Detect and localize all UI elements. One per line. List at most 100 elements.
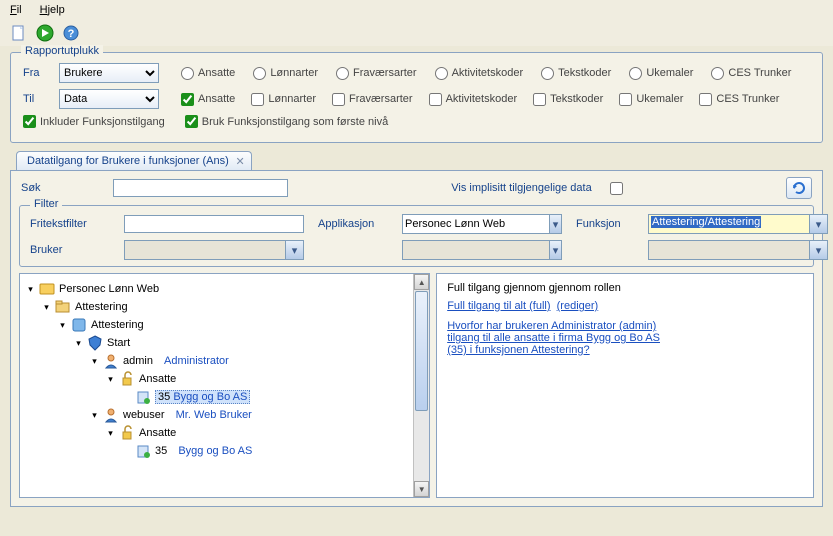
sok-label: Søk	[21, 182, 101, 194]
radio-ukemaler[interactable]: Ukemaler	[629, 67, 693, 80]
extra-combo-1[interactable]: ▾	[402, 240, 562, 260]
run-icon[interactable]	[36, 24, 54, 42]
check-tekstkoder[interactable]: Tekstkoder	[533, 93, 603, 106]
link-question[interactable]: Hvorfor har brukeren Administrator (admi…	[447, 320, 677, 356]
scroll-down-icon[interactable]: ▼	[414, 481, 429, 497]
radio-fravaersarter[interactable]: Fraværsarter	[336, 67, 417, 80]
scroll-thumb[interactable]	[415, 291, 428, 411]
user-icon	[103, 407, 119, 423]
fra-combo[interactable]: Brukere	[59, 63, 159, 83]
detail-title: Full tilgang gjennom gjennom rollen	[447, 282, 803, 294]
tree-node-admin[interactable]: admin	[123, 355, 153, 367]
check-lonnarter[interactable]: Lønnarter	[251, 93, 316, 106]
til-check-group: Ansatte Lønnarter Fraværsarter Aktivitet…	[181, 93, 779, 106]
rapport-groupbox: Rapportutplukk Fra Brukere Ansatte Lønna…	[10, 52, 823, 143]
module-icon	[71, 317, 87, 333]
tree-node-webuser[interactable]: webuser	[123, 409, 165, 421]
radio-lonnarter[interactable]: Lønnarter	[253, 67, 318, 80]
vis-implisitt-label: Vis implisitt tilgjengelige data	[451, 182, 591, 194]
tree-toggle[interactable]: ▾	[106, 429, 115, 438]
tab-label: Datatilgang for Brukere i funksjoner (An…	[27, 155, 229, 167]
radio-cestrunker[interactable]: CES Trunker	[711, 67, 791, 80]
check-fravaersarter[interactable]: Fraværsarter	[332, 93, 413, 106]
sok-input[interactable]	[113, 179, 288, 197]
fritekst-label: Fritekstfilter	[30, 218, 110, 230]
vis-implisitt-check[interactable]	[610, 182, 623, 195]
radio-aktivitetskoder[interactable]: Aktivitetskoder	[435, 67, 524, 80]
help-icon[interactable]: ?	[62, 24, 80, 42]
check-ukemaler[interactable]: Ukemaler	[619, 93, 683, 106]
app-icon	[39, 281, 55, 297]
chevron-down-icon[interactable]: ▾	[286, 240, 304, 260]
radio-ansatte[interactable]: Ansatte	[181, 67, 235, 80]
check-bruk[interactable]: Bruk Funksjonstilgang som første nivå	[185, 115, 388, 128]
chevron-down-icon[interactable]: ▾	[550, 214, 562, 234]
chevron-down-icon[interactable]: ▾	[810, 214, 828, 234]
new-page-icon[interactable]	[10, 24, 28, 42]
fra-radio-group: Ansatte Lønnarter Fraværsarter Aktivitet…	[181, 67, 791, 80]
tree-scrollbar[interactable]: ▲ ▼	[413, 274, 429, 497]
applikasjon-combo[interactable]: ▾	[402, 214, 562, 234]
tree-node-attestering[interactable]: Attestering	[75, 301, 128, 313]
rapport-legend: Rapportutplukk	[21, 45, 103, 57]
chevron-down-icon[interactable]: ▾	[550, 240, 562, 260]
filter-groupbox: Filter Fritekstfilter Applikasjon ▾ Funk…	[19, 205, 814, 267]
user-icon	[103, 353, 119, 369]
tree-node-firm2-num[interactable]: 35	[155, 445, 167, 457]
tree-toggle[interactable]: ▾	[74, 339, 83, 348]
tab-close-icon[interactable]: ✕	[236, 155, 245, 168]
funksjon-combo[interactable]: Attestering/Attestering▾	[648, 214, 828, 234]
lock-open-icon	[119, 425, 135, 441]
applikasjon-label: Applikasjon	[318, 218, 388, 230]
tree-node-attestering2[interactable]: Attestering	[91, 319, 144, 331]
extra-combo-2[interactable]: ▾	[648, 240, 828, 260]
fritekst-input[interactable]	[124, 215, 304, 233]
shield-icon	[87, 335, 103, 351]
tree-node-firm-selected[interactable]: 35 Bygg og Bo AS	[155, 390, 250, 404]
building-icon	[135, 443, 151, 459]
tab-datatilgang[interactable]: Datatilgang for Brukere i funksjoner (An…	[16, 151, 252, 170]
tree-node-ansatte2[interactable]: Ansatte	[139, 427, 176, 439]
tree-link-webuser-name[interactable]: Mr. Web Bruker	[176, 409, 252, 421]
fra-label: Fra	[23, 67, 51, 79]
link-rediger[interactable]: (rediger)	[557, 300, 599, 312]
til-combo[interactable]: Data	[59, 89, 159, 109]
tree-panel: ▾ Personec Lønn Web ▾ Attestering ▾ Atteste…	[19, 273, 430, 498]
check-aktivitetskoder[interactable]: Aktivitetskoder	[429, 93, 518, 106]
scroll-up-icon[interactable]: ▲	[414, 274, 429, 290]
tree-link-admin-name[interactable]: Administrator	[164, 355, 229, 367]
refresh-button[interactable]	[786, 177, 812, 199]
tree-toggle[interactable]: ▾	[90, 411, 99, 420]
radio-tekstkoder[interactable]: Tekstkoder	[541, 67, 611, 80]
menubar: Fil Hjelp	[0, 0, 833, 20]
tree-node-ansatte[interactable]: Ansatte	[139, 373, 176, 385]
tree-link-firm2[interactable]: Bygg og Bo AS	[178, 445, 252, 457]
tree-node-root[interactable]: Personec Lønn Web	[59, 283, 159, 295]
tree-toggle[interactable]: ▾	[90, 357, 99, 366]
til-label: Til	[23, 93, 51, 105]
tree-toggle[interactable]: ▾	[26, 285, 35, 294]
menu-help[interactable]: Hjelp	[40, 4, 65, 16]
tree-toggle[interactable]: ▾	[42, 303, 51, 312]
svg-text:?: ?	[68, 28, 75, 40]
folder-icon	[55, 299, 71, 315]
check-cestrunker[interactable]: CES Trunker	[699, 93, 779, 106]
refresh-icon	[791, 180, 807, 196]
tree-toggle[interactable]: ▾	[106, 375, 115, 384]
menu-file[interactable]: Fil	[10, 4, 22, 16]
link-full-tilgang[interactable]: Full tilgang til alt (full)	[447, 300, 550, 312]
building-icon	[135, 389, 151, 405]
detail-panel: Full tilgang gjennom gjennom rollen Full…	[436, 273, 814, 498]
check-inkluder[interactable]: Inkluder Funksjonstilgang	[23, 115, 165, 128]
main-panel: Søk Vis implisitt tilgjengelige data Fil…	[10, 170, 823, 507]
toolbar: ?	[0, 20, 833, 46]
bruker-combo[interactable]: ▾	[124, 240, 304, 260]
check-ansatte[interactable]: Ansatte	[181, 93, 235, 106]
tree-node-start[interactable]: Start	[107, 337, 130, 349]
bruker-label: Bruker	[30, 244, 110, 256]
lock-open-icon	[119, 371, 135, 387]
funksjon-label: Funksjon	[576, 218, 634, 230]
tree-toggle[interactable]: ▾	[58, 321, 67, 330]
tab-bar: Datatilgang for Brukere i funksjoner (An…	[16, 151, 833, 170]
chevron-down-icon[interactable]: ▾	[810, 240, 828, 260]
